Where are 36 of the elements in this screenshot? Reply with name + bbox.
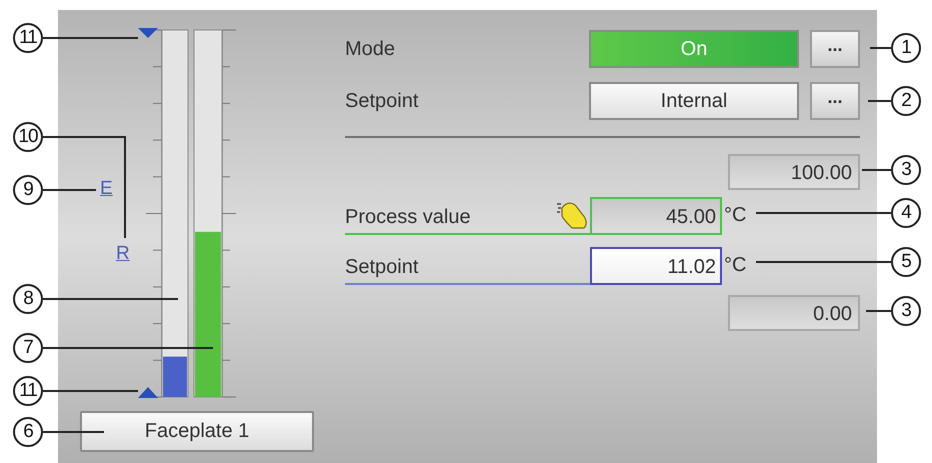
leader-line (862, 169, 891, 171)
low-limit-triangle-icon (138, 387, 158, 398)
callout-number: 2 (891, 86, 921, 116)
setpoint-input[interactable]: 11.02 (590, 247, 722, 285)
callout-number: 11 (13, 376, 43, 406)
high-limit-triangle-icon (138, 28, 158, 38)
process-value-label: Process value (345, 206, 471, 230)
high-limit-field: 100.00 (728, 154, 860, 190)
callout-number: 4 (891, 198, 921, 228)
leader-line (868, 100, 891, 102)
mode-label: Mode (345, 38, 396, 60)
callout-number: 11 (13, 23, 43, 53)
marker-link[interactable]: E (100, 178, 113, 200)
more-button[interactable]: ... (810, 82, 860, 120)
unit-label: °C (723, 204, 746, 228)
callout-number: 9 (13, 175, 43, 205)
callout-number: 6 (13, 417, 43, 447)
callout-number: 7 (13, 333, 43, 363)
callout-number: 5 (891, 247, 921, 277)
callout-number: 8 (13, 284, 43, 314)
marker-link[interactable]: R (116, 243, 130, 265)
leader-line (870, 47, 891, 49)
unit-label: °C (723, 254, 746, 278)
more-button[interactable]: ... (810, 30, 860, 68)
callout-number: 3 (891, 296, 921, 326)
callout-number: 1 (891, 33, 921, 63)
callout-number: 3 (891, 155, 921, 185)
callout-number: 10 (13, 122, 43, 152)
leader-line (43, 431, 104, 433)
setpoint-label: Setpoint (345, 256, 418, 280)
setpoint-source-label: Setpoint (345, 90, 418, 112)
setpoint-source-button[interactable]: Internal (589, 82, 799, 120)
leader-line (866, 310, 891, 312)
low-limit-field: 0.00 (728, 295, 860, 331)
faceplate-button[interactable]: Faceplate 1 (80, 411, 314, 452)
process-value-field: 45.00 (590, 197, 722, 235)
